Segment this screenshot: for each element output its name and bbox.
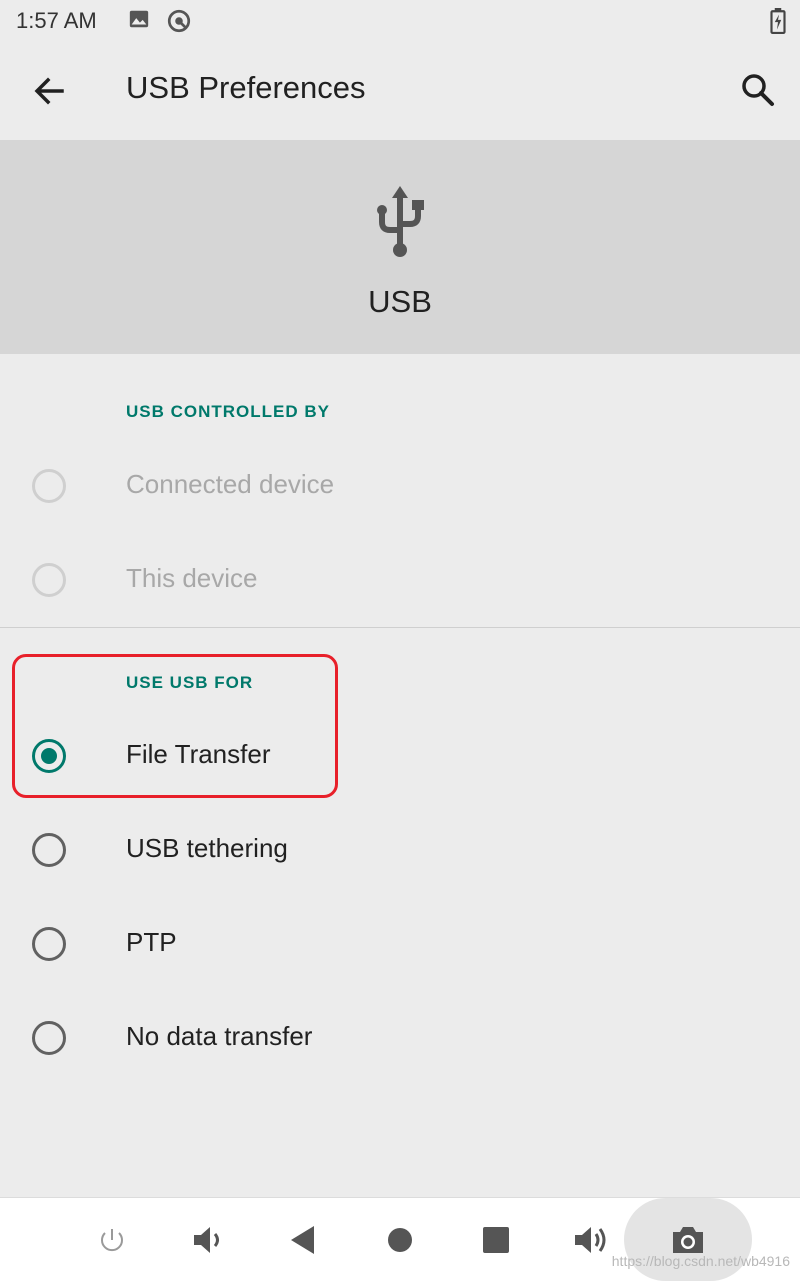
volume-down-button[interactable] <box>186 1218 230 1262</box>
radio-button[interactable] <box>32 833 66 867</box>
status-time: 1:57 AM <box>16 8 97 33</box>
search-button[interactable] <box>734 66 782 114</box>
image-icon <box>128 8 150 34</box>
option-label: USB tethering <box>126 833 288 863</box>
back-arrow-icon <box>34 77 64 105</box>
option-connected-device[interactable]: Connected device <box>0 439 800 533</box>
home-circle-icon <box>388 1228 412 1252</box>
power-button[interactable] <box>90 1218 134 1262</box>
volume-up-button[interactable] <box>570 1218 614 1262</box>
section-divider <box>0 627 800 628</box>
option-this-device[interactable]: This device <box>0 533 800 627</box>
option-no-data-transfer[interactable]: No data transfer <box>0 991 800 1085</box>
app-bar: USB Preferences <box>0 40 800 140</box>
back-button[interactable] <box>24 66 74 116</box>
home-button[interactable] <box>378 1218 422 1262</box>
annotation-highlight-box <box>12 654 338 798</box>
radio-button[interactable] <box>32 563 66 597</box>
battery-charging-icon <box>768 8 788 38</box>
radio-button[interactable] <box>32 469 66 503</box>
recents-button[interactable] <box>474 1218 518 1262</box>
volume-down-icon <box>194 1227 219 1253</box>
option-label: This device <box>126 563 258 593</box>
option-label: Connected device <box>126 469 335 499</box>
volume-up-icon <box>575 1227 606 1253</box>
radio-button[interactable] <box>32 1021 66 1055</box>
power-icon <box>101 1229 123 1252</box>
recents-square-icon <box>483 1227 509 1253</box>
option-ptp[interactable]: PTP <box>0 897 800 991</box>
section-label-controlled-by: USB CONTROLLED BY <box>126 402 330 421</box>
option-label: PTP <box>126 927 177 957</box>
watermark: https://blog.csdn.net/wb4916 <box>611 1253 790 1269</box>
page-title: USB Preferences <box>126 70 366 105</box>
option-label: No data transfer <box>126 1021 313 1051</box>
navigation-bar: https://blog.csdn.net/wb4916 <box>0 1197 800 1281</box>
usb-header: USB <box>0 140 800 354</box>
back-triangle-icon <box>291 1226 314 1254</box>
status-bar: 1:57 AM <box>0 0 800 40</box>
back-nav-button[interactable] <box>282 1218 326 1262</box>
usb-icon <box>377 186 424 257</box>
search-icon <box>742 74 774 106</box>
radio-button[interactable] <box>32 927 66 961</box>
location-icon <box>166 8 192 38</box>
option-usb-tethering[interactable]: USB tethering <box>0 803 800 897</box>
usb-title: USB <box>368 284 432 319</box>
